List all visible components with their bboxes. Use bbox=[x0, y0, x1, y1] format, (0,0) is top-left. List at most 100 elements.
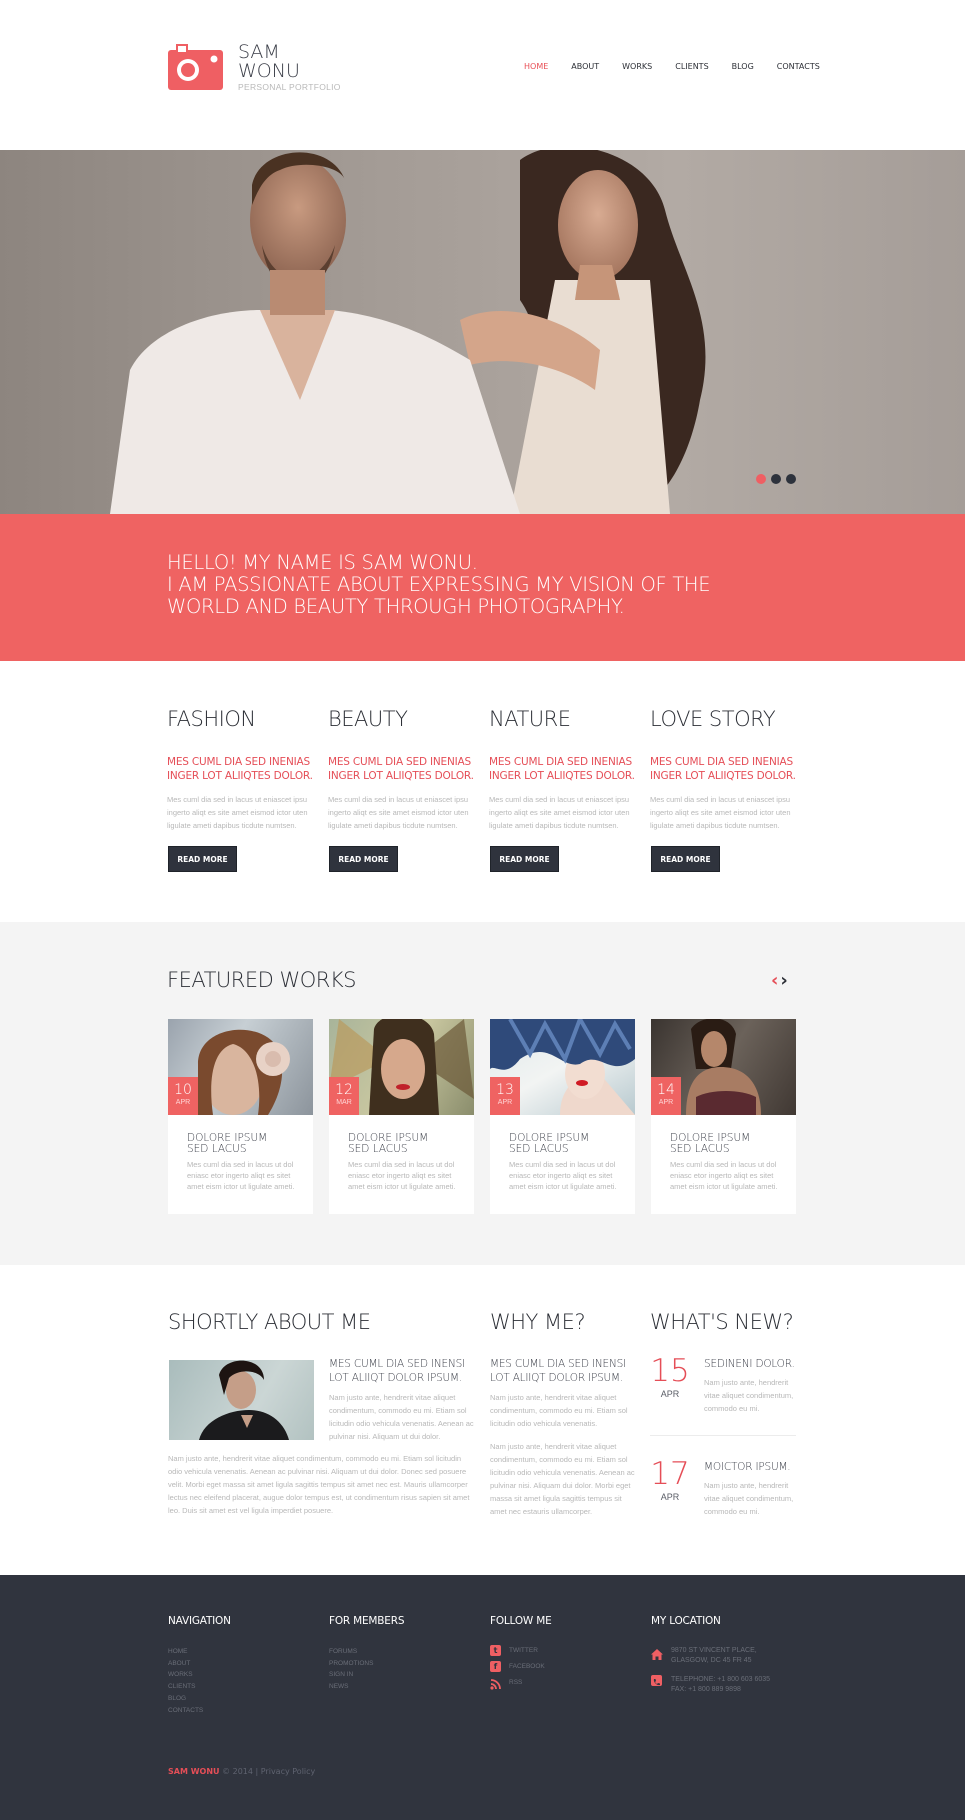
work-text: Mes cuml dia sed in lacus ut dol eniasc … bbox=[348, 1160, 456, 1191]
address-line-1: 9870 ST VINCENT PLACE, bbox=[671, 1647, 757, 1654]
footer-forums-link[interactable]: FORUMS bbox=[329, 1646, 373, 1658]
twitter-link[interactable]: t TWITTER bbox=[490, 1645, 538, 1656]
logo-title[interactable]: SAM WONU bbox=[238, 43, 300, 81]
work-text: Mes cuml dia sed in lacus ut dol eniasc … bbox=[509, 1160, 617, 1191]
footer-nav-blog[interactable]: BLOG bbox=[168, 1693, 203, 1705]
footer-promotions-link[interactable]: PROMOTIONS bbox=[329, 1658, 373, 1670]
next-arrow-icon[interactable]: › bbox=[780, 970, 787, 991]
footer-sign-in-link[interactable]: SIGN IN bbox=[329, 1669, 373, 1681]
main-nav: HOME ABOUT WORKS CLIENTS BLOG CONTACTS bbox=[524, 62, 843, 71]
footer-nav-home[interactable]: HOME bbox=[168, 1646, 203, 1658]
logo-subtitle: PERSONAL PORTFOLIO bbox=[238, 82, 341, 92]
address: 9870 ST VINCENT PLACE, GLASGOW, DC 45 FR… bbox=[671, 1646, 757, 1666]
slider-dot-2[interactable] bbox=[771, 474, 781, 484]
facebook-link[interactable]: f FACEBOOK bbox=[490, 1661, 545, 1672]
read-more-button[interactable]: READ MORE bbox=[651, 846, 720, 872]
slider-dot-1[interactable] bbox=[756, 474, 766, 484]
news-day: 17 bbox=[650, 1456, 690, 1492]
rss-link[interactable]: RSS bbox=[490, 1677, 523, 1690]
copyright-brand[interactable]: SAM WONU bbox=[168, 1767, 220, 1776]
category-subtitle: MES CUML DIA SED INENIAS INGER LOT ALIIQ… bbox=[167, 756, 313, 782]
work-card[interactable]: 12 MAR DOLORE IPSUM SED LACUS Mes cuml di… bbox=[329, 1019, 474, 1214]
facebook-label: FACEBOOK bbox=[509, 1663, 545, 1670]
read-more-button[interactable]: READ MORE bbox=[329, 846, 398, 872]
intro-line-1: HELLO! MY NAME IS SAM WONU. bbox=[167, 551, 478, 574]
nav-works[interactable]: WORKS bbox=[622, 62, 652, 71]
nav-clients[interactable]: CLIENTS bbox=[675, 62, 708, 71]
work-month: APR bbox=[497, 1099, 513, 1106]
footer-follow-title: FOLLOW ME bbox=[490, 1615, 552, 1627]
fax: FAX: +1 800 889 9898 bbox=[671, 1686, 741, 1693]
telephone: TELEPHONE: +1 800 603 6035 bbox=[671, 1676, 771, 1683]
copyright-text: © 2014 | bbox=[222, 1767, 259, 1776]
carousel-arrows: ‹ › bbox=[771, 970, 788, 991]
intro-text: HELLO! MY NAME IS SAM WONU. I AM PASSION… bbox=[167, 551, 711, 618]
nav-contacts[interactable]: CONTACTS bbox=[777, 62, 820, 71]
category-fashion: FASHION MES CUML DIA SED INENIAS INGER L… bbox=[167, 706, 315, 872]
site-footer: NAVIGATION HOME ABOUT WORKS CLIENTS BLOG… bbox=[0, 1575, 965, 1820]
work-title: DOLORE IPSUM SED LACUS bbox=[509, 1133, 619, 1155]
work-text: Mes cuml dia sed in lacus ut dol eniasc … bbox=[670, 1160, 778, 1191]
footer-navigation-list: HOME ABOUT WORKS CLIENTS BLOG CONTACTS bbox=[168, 1646, 203, 1716]
about-side-text: Nam justo ante, hendrerit vitae aliquet … bbox=[329, 1393, 474, 1441]
work-date-badge: 14 APR bbox=[651, 1077, 681, 1115]
copyright: SAM WONU © 2014 | Privacy Policy bbox=[168, 1767, 315, 1776]
news-item-title: MOICTOR IPSUM. bbox=[704, 1461, 791, 1473]
work-title-line-2: SED LACUS bbox=[670, 1143, 730, 1155]
nav-about[interactable]: ABOUT bbox=[571, 62, 599, 71]
news-item-title: SEDINENI DOLOR. bbox=[704, 1358, 795, 1370]
rss-icon bbox=[490, 1677, 501, 1690]
work-day: 12 bbox=[335, 1082, 353, 1098]
why-title: WHY ME? bbox=[490, 1310, 586, 1334]
footer-nav-contacts[interactable]: CONTACTS bbox=[168, 1705, 203, 1717]
category-title: FASHION bbox=[167, 707, 256, 731]
hero-slider bbox=[0, 150, 965, 514]
footer-nav-works[interactable]: WORKS bbox=[168, 1669, 203, 1681]
work-card[interactable]: 13 APR DOLORE IPSUM SED LACUS Mes cuml di… bbox=[490, 1019, 635, 1214]
slider-dot-3[interactable] bbox=[786, 474, 796, 484]
nav-blog[interactable]: BLOG bbox=[732, 62, 754, 71]
site-header: SAM WONU PERSONAL PORTFOLIO HOME ABOUT W… bbox=[0, 0, 965, 150]
work-card[interactable]: 10 APR DOLORE IPSUM SED LACUS Mes cuml di… bbox=[168, 1019, 313, 1214]
read-more-button[interactable]: READ MORE bbox=[168, 846, 237, 872]
news-title: WHAT'S NEW? bbox=[650, 1310, 794, 1334]
footer-nav-about[interactable]: ABOUT bbox=[168, 1658, 203, 1670]
work-month: APR bbox=[658, 1099, 674, 1106]
hero-image bbox=[110, 150, 706, 514]
why-text-2: Nam justo ante, hendrerit vitae aliquet … bbox=[490, 1442, 635, 1516]
about-photo bbox=[169, 1360, 314, 1440]
footer-members-list: FORUMS PROMOTIONS SIGN IN NEWS bbox=[329, 1646, 373, 1693]
read-more-button[interactable]: READ MORE bbox=[490, 846, 559, 872]
work-title-line-2: SED LACUS bbox=[509, 1143, 569, 1155]
featured-works-section: FEATURED WORKS ‹ › 10 APR DOLORE IPSUM SE… bbox=[0, 922, 965, 1265]
category-text: Mes cuml dia sed in lacus ut eniascet ip… bbox=[328, 795, 469, 830]
work-title-line-2: SED LACUS bbox=[348, 1143, 408, 1155]
work-title: DOLORE IPSUM SED LACUS bbox=[348, 1133, 458, 1155]
logo-line-2: WONU bbox=[238, 60, 300, 82]
footer-nav-clients[interactable]: CLIENTS bbox=[168, 1681, 203, 1693]
work-date-badge: 13 APR bbox=[490, 1077, 520, 1115]
category-subtitle: MES CUML DIA SED INENIAS INGER LOT ALIIQ… bbox=[489, 756, 635, 782]
prev-arrow-icon[interactable]: ‹ bbox=[771, 970, 778, 991]
work-title-line-2: SED LACUS bbox=[187, 1143, 247, 1155]
work-date-badge: 12 MAR bbox=[329, 1077, 359, 1115]
news-month: APR bbox=[660, 1492, 680, 1502]
rss-label: RSS bbox=[509, 1679, 523, 1686]
camera-logo-icon[interactable] bbox=[168, 44, 223, 90]
why-subtitle: MES CUML DIA SED INENSI LOT ALIIQT DOLOR… bbox=[490, 1358, 626, 1384]
nav-home[interactable]: HOME bbox=[524, 62, 548, 71]
slider-pagination bbox=[756, 474, 796, 484]
footer-news-link[interactable]: NEWS bbox=[329, 1681, 373, 1693]
privacy-policy-link[interactable]: Privacy Policy bbox=[261, 1767, 316, 1776]
facebook-icon: f bbox=[490, 1661, 501, 1672]
category-nature: NATURE MES CUML DIA SED INENIAS INGER LO… bbox=[489, 706, 637, 872]
footer-navigation-title: NAVIGATION bbox=[168, 1615, 231, 1627]
work-card[interactable]: 14 APR DOLORE IPSUM SED LACUS Mes cuml di… bbox=[651, 1019, 796, 1214]
home-icon bbox=[651, 1647, 663, 1665]
category-subtitle: MES CUML DIA SED INENIAS INGER LOT ALIIQ… bbox=[650, 756, 796, 782]
phone-icon bbox=[651, 1675, 662, 1686]
category-title: NATURE bbox=[489, 707, 571, 731]
intro-line-2: I AM PASSIONATE ABOUT EXPRESSING MY VISI… bbox=[167, 573, 711, 596]
featured-title: FEATURED WORKS bbox=[167, 968, 356, 992]
category-title: LOVE STORY bbox=[650, 707, 776, 731]
